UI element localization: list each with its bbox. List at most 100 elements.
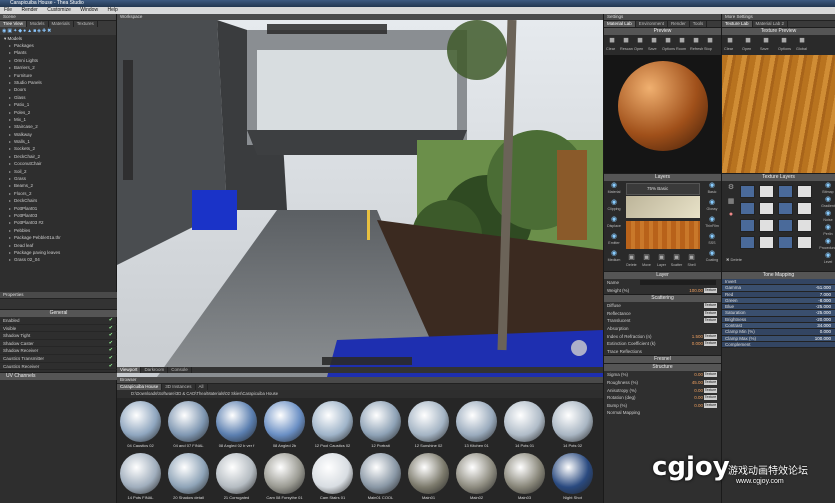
medium-tool[interactable]: ◉ Medium: [605, 249, 623, 262]
tree-item[interactable]: Doors: [0, 86, 116, 94]
tree-item[interactable]: Floors_2: [0, 190, 116, 198]
tree-item[interactable]: Packages: [0, 42, 116, 50]
texture-node[interactable]: [797, 236, 812, 249]
tree-item[interactable]: Studio Panels: [0, 79, 116, 87]
tree-tool-icons[interactable]: ◉▣✦◆●▲■◈✚✖: [2, 28, 52, 34]
save-icon[interactable]: ◼: [648, 36, 660, 46]
checkbox[interactable]: ✔: [109, 332, 113, 340]
uv-channels-header[interactable]: UV Channels: [0, 372, 117, 381]
structure-value[interactable]: 0.00: [694, 402, 703, 410]
material-thumbnail[interactable]: [216, 401, 257, 442]
glossy-tool[interactable]: ◉ Glossy: [703, 198, 721, 211]
emitter-tool[interactable]: ◉ Emitter: [605, 232, 623, 245]
menu-help[interactable]: Help: [107, 7, 117, 13]
checkbox[interactable]: ✔: [109, 340, 113, 348]
tree-item[interactable]: Soil_2: [0, 168, 116, 176]
tab-environment[interactable]: Environment: [636, 21, 669, 27]
tab-texture-lab[interactable]: Texture Lab: [722, 21, 753, 27]
texture-button[interactable]: Texture: [704, 379, 717, 385]
thinfilm-tool[interactable]: ◉ ThinFilm: [703, 215, 721, 228]
coating-tool[interactable]: ◉ Coating: [703, 249, 721, 262]
tree-item[interactable]: Beams_2: [0, 182, 116, 190]
texture-node[interactable]: [778, 219, 793, 232]
gradient-tool[interactable]: ◉ Gradient: [819, 195, 835, 208]
material-thumbnail[interactable]: [360, 401, 401, 442]
texture-node[interactable]: [759, 219, 774, 232]
material-thumbnail[interactable]: [168, 453, 209, 494]
texture-node[interactable]: [740, 236, 755, 249]
material-thumbnail[interactable]: [264, 401, 305, 442]
tab-material-lab-2[interactable]: Material Lab 2: [753, 21, 789, 27]
tree-item[interactable]: Poles_2: [0, 109, 116, 117]
material-thumbnail[interactable]: [216, 453, 257, 494]
texture-button[interactable]: Texture: [704, 341, 717, 347]
refresh-icon[interactable]: ◼: [690, 36, 702, 46]
clear-icon[interactable]: ◼: [724, 36, 736, 46]
tab-tools[interactable]: Tools: [690, 21, 708, 27]
noise-tool[interactable]: ◉ Noise: [819, 209, 835, 222]
perlin-tool[interactable]: ◉ Perlin: [819, 223, 835, 236]
material-thumbnail[interactable]: [552, 453, 593, 494]
tree-item[interactable]: Walls_1: [0, 138, 116, 146]
material-thumbnail[interactable]: [552, 401, 593, 442]
basic-tool[interactable]: ◉ Basic: [703, 181, 721, 194]
tab-darkroom[interactable]: Darkroom: [141, 367, 169, 373]
texture-node[interactable]: [740, 219, 755, 232]
texture-node[interactable]: [797, 219, 812, 232]
tab-render[interactable]: Render: [668, 21, 690, 27]
tree-item[interactable]: PottPlant01: [0, 205, 116, 213]
rescan-icon[interactable]: ◼: [620, 36, 632, 46]
structure-value[interactable]: 0.00: [694, 371, 703, 379]
scatter-layer-button[interactable]: ▣ Scatter: [669, 253, 684, 267]
options-icon[interactable]: ◼: [778, 36, 790, 46]
level-tool[interactable]: ◉ Level: [819, 251, 835, 264]
tree-item[interactable]: CoconutChair: [0, 160, 116, 168]
material-thumbnail[interactable]: [168, 401, 209, 442]
delete-layer-button[interactable]: ▣ Delete: [624, 253, 639, 267]
material-thumbnail[interactable]: [120, 401, 161, 442]
options-icon[interactable]: ⚙: [724, 183, 738, 197]
material-thumbnail[interactable]: [360, 453, 401, 494]
tree-item[interactable]: Dead leaf: [0, 242, 116, 250]
texture-button[interactable]: Texture: [704, 387, 717, 393]
render-viewport[interactable]: [117, 20, 603, 377]
texture-button[interactable]: Texture: [704, 333, 717, 339]
tree-item[interactable]: Walkway: [0, 131, 116, 139]
checkbox[interactable]: ✔: [109, 317, 113, 325]
tree-item[interactable]: Omni Lights: [0, 57, 116, 65]
tree-item[interactable]: Mix_1: [0, 116, 116, 124]
tree-item[interactable]: PottPlant03 #2: [0, 219, 116, 227]
save-icon[interactable]: ◼: [760, 36, 772, 46]
texture-node[interactable]: [759, 185, 774, 198]
checkbox[interactable]: ✔: [109, 363, 113, 371]
texture-node[interactable]: [778, 185, 793, 198]
open-icon[interactable]: ◼: [634, 36, 646, 46]
displace-tool[interactable]: ◉ Displace: [605, 215, 623, 228]
bitmap-tool[interactable]: ◉ Bitmap: [819, 181, 835, 194]
texture-button[interactable]: Texture: [704, 372, 717, 378]
scattering-value[interactable]: 0.000: [692, 340, 703, 348]
menu-customize[interactable]: Customize: [47, 7, 71, 13]
open-icon[interactable]: ◼: [742, 36, 754, 46]
texture-node[interactable]: [759, 202, 774, 215]
texture-node[interactable]: [778, 202, 793, 215]
structure-value[interactable]: 0.00: [694, 387, 703, 395]
texture-button[interactable]: Texture: [704, 303, 717, 309]
material-thumbnail[interactable]: [264, 453, 305, 494]
tab-viewport[interactable]: Viewport: [117, 367, 142, 373]
structure-value[interactable]: 0.00: [694, 394, 703, 402]
tone-icon[interactable]: ●: [724, 211, 738, 225]
checkbox[interactable]: ✔: [109, 325, 113, 333]
tree-item[interactable]: Patio_1: [0, 101, 116, 109]
move-layer-button[interactable]: ▣ Move: [639, 253, 654, 267]
layer-node[interactable]: 75% Basic: [626, 183, 700, 195]
tree-item[interactable]: Glass: [0, 94, 116, 102]
material-thumbnail[interactable]: [408, 453, 449, 494]
material-thumbnail[interactable]: [312, 401, 353, 442]
tree-root[interactable]: ▾ Models: [0, 35, 116, 42]
tree-item[interactable]: Grass 02_04: [0, 256, 116, 264]
tree-item[interactable]: Furniture: [0, 72, 116, 80]
global-icon[interactable]: ◼: [796, 36, 808, 46]
tree-item[interactable]: Package paving leaves: [0, 249, 116, 257]
tab-material-lab[interactable]: Material Lab: [604, 21, 636, 27]
